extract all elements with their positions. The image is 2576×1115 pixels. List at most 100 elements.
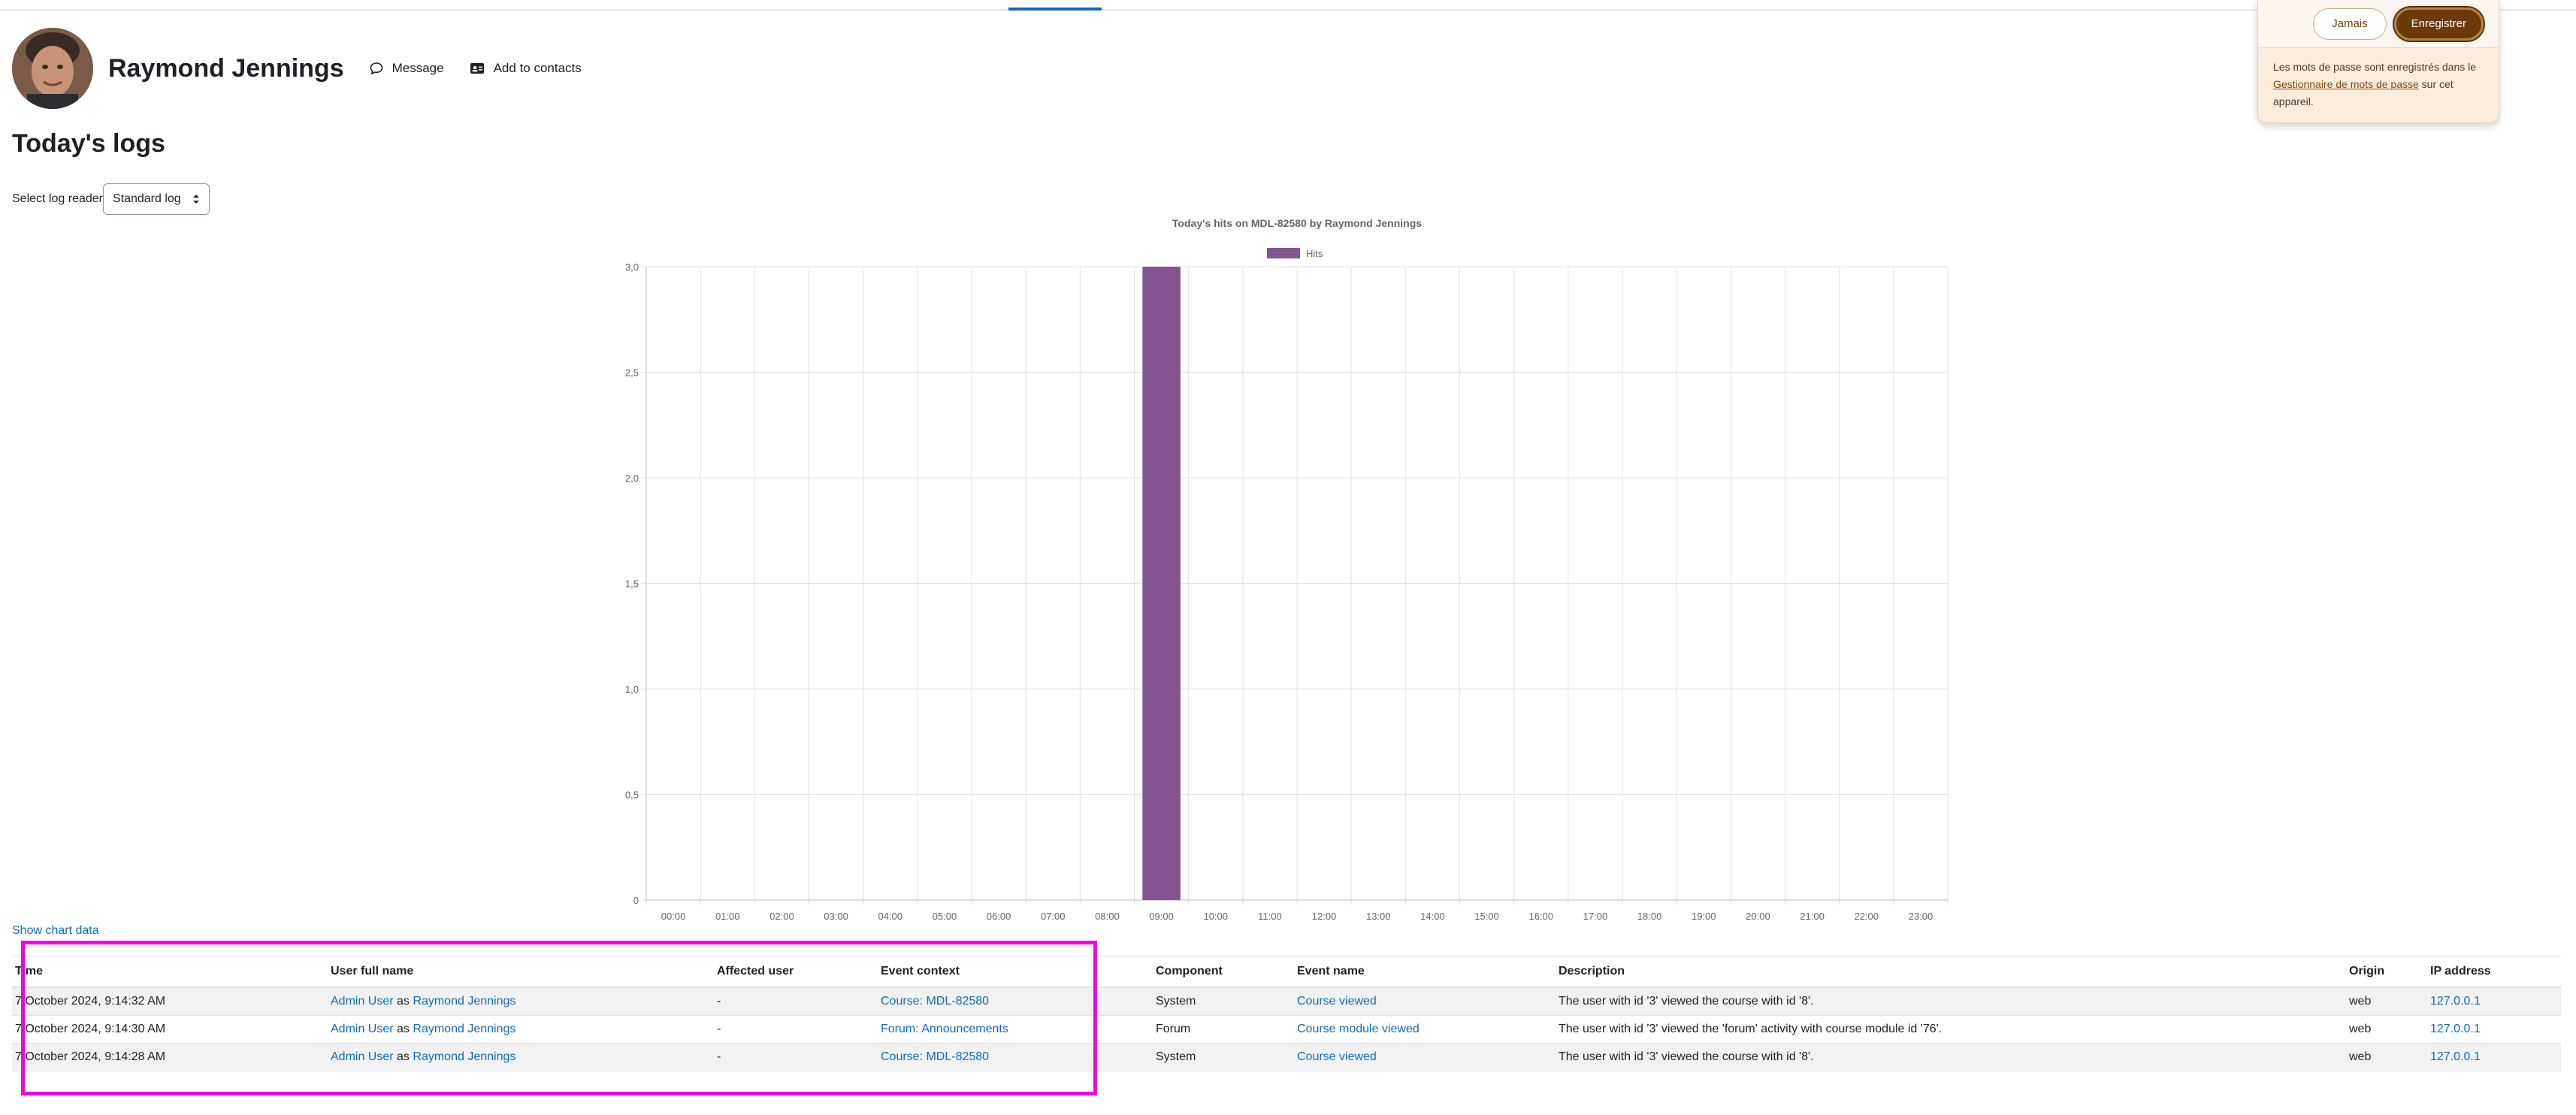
col-affected-user[interactable]: Affected user — [714, 956, 878, 988]
x-tick-label: 22:00 — [1854, 911, 1879, 922]
x-tick-label: 13:00 — [1366, 911, 1391, 922]
col-component[interactable]: Component — [1153, 956, 1294, 988]
x-tick-label: 15:00 — [1474, 911, 1499, 922]
log-reader-label: Select log reader — [12, 192, 103, 205]
x-tick-label: 23:00 — [1909, 911, 1934, 922]
cell-component: System — [1153, 1043, 1294, 1071]
password-popup-message: Les mots de passe sont enregistrés dans … — [2258, 48, 2499, 121]
x-tick-label: 07:00 — [1041, 911, 1066, 922]
cell-event-name: Course viewed — [1294, 987, 1556, 1016]
ip-address-link[interactable]: 127.0.0.1 — [2430, 1050, 2481, 1063]
real-user-link[interactable]: Admin User — [331, 995, 394, 1008]
y-tick-label: 1,0 — [625, 684, 639, 695]
user-link[interactable]: Raymond Jennings — [413, 995, 516, 1008]
x-tick-label: 11:00 — [1258, 911, 1282, 922]
user-link[interactable]: Raymond Jennings — [413, 1023, 516, 1035]
x-tick-label: 03:00 — [824, 911, 848, 922]
ip-address-link[interactable]: 127.0.0.1 — [2430, 1023, 2481, 1035]
cell-ip-address: 127.0.0.1 — [2427, 1015, 2561, 1044]
cell-event-name: Course viewed — [1294, 1043, 1556, 1071]
table-row: 7 October 2024, 9:14:32 AM Admin User as… — [12, 987, 2561, 1016]
y-tick-label: 3,0 — [625, 261, 639, 273]
cell-affected-user: - — [714, 1043, 878, 1071]
x-tick-label: 19:00 — [1692, 911, 1716, 922]
cell-origin: web — [2346, 987, 2427, 1016]
as-text: as — [397, 1023, 410, 1035]
event-name-link[interactable]: Course viewed — [1297, 995, 1377, 1008]
legend-label: Hits — [1306, 248, 1323, 259]
x-tick-label: 20:00 — [1746, 911, 1770, 922]
event-context-link[interactable]: Forum: Announcements — [881, 1023, 1008, 1035]
as-text: as — [397, 995, 410, 1008]
cell-ip-address: 127.0.0.1 — [2427, 987, 2561, 1016]
add-to-contacts-label: Add to contacts — [493, 61, 582, 75]
real-user-link[interactable]: Admin User — [331, 1050, 394, 1063]
save-password-button[interactable]: Enregistrer — [2392, 5, 2486, 42]
real-user-link[interactable]: Admin User — [331, 1023, 394, 1035]
table-row: 7 October 2024, 9:14:28 AM Admin User as… — [12, 1043, 2561, 1071]
col-event-name[interactable]: Event name — [1294, 956, 1556, 988]
event-name-link[interactable]: Course module viewed — [1297, 1023, 1420, 1035]
cell-component: Forum — [1153, 1015, 1294, 1044]
x-tick-label: 00:00 — [661, 911, 686, 922]
cell-affected-user: - — [714, 1015, 878, 1044]
cell-component: System — [1153, 987, 1294, 1016]
x-tick-label: 02:00 — [769, 911, 794, 922]
message-label: Message — [392, 61, 444, 75]
cell-description: The user with id '3' viewed the course w… — [1556, 987, 2346, 1016]
x-tick-label: 17:00 — [1583, 911, 1608, 922]
show-chart-data-link[interactable]: Show chart data — [12, 924, 99, 938]
col-description: Description — [1556, 956, 2346, 988]
chart-bar — [1142, 267, 1181, 900]
col-time[interactable]: Time — [12, 956, 328, 988]
hits-chart: 0 0,5 1,0 1,5 2,0 2,5 3,0 00:00 01:00 02:00 03:00 0… — [594, 210, 1961, 932]
user-link[interactable]: Raymond Jennings — [413, 1050, 516, 1063]
profile-header: Raymond Jennings Message Add to contacts — [12, 27, 582, 110]
x-tick-label: 21:00 — [1800, 911, 1825, 922]
log-reader-select[interactable]: Standard log — [102, 183, 210, 215]
event-name-link[interactable]: Course viewed — [1297, 1050, 1377, 1063]
x-tick-label: 04:00 — [878, 911, 903, 922]
ip-address-link[interactable]: 127.0.0.1 — [2430, 995, 2481, 1008]
password-manager-link[interactable]: Gestionnaire de mots de passe — [2273, 78, 2419, 90]
legend-swatch — [1267, 248, 1300, 258]
y-tick-label: 2,0 — [625, 473, 639, 484]
x-tick-label: 09:00 — [1149, 911, 1174, 922]
never-button[interactable]: Jamais — [2313, 8, 2387, 40]
cell-event-context: Forum: Announcements — [878, 1015, 1153, 1044]
as-text: as — [397, 1050, 410, 1063]
table-row: 7 October 2024, 9:14:30 AM Admin User as… — [12, 1015, 2561, 1044]
y-tick-label: 0 — [633, 895, 639, 906]
cell-affected-user: - — [714, 987, 878, 1016]
message-icon — [370, 62, 382, 75]
logs-table: Time User full name Affected user Event … — [12, 956, 2561, 1071]
log-reader-value: Standard log — [112, 192, 181, 205]
password-message-pre: Les mots de passe sont enregistrés dans … — [2273, 61, 2477, 73]
cell-time: 7 October 2024, 9:14:28 AM — [12, 1043, 328, 1071]
event-context-link[interactable]: Course: MDL-82580 — [881, 995, 989, 1008]
col-event-context[interactable]: Event context — [878, 956, 1153, 988]
active-tab-indicator — [1008, 8, 1102, 11]
cell-time: 7 October 2024, 9:14:32 AM — [12, 987, 328, 1016]
avatar[interactable] — [12, 28, 93, 109]
cell-origin: web — [2346, 1015, 2427, 1044]
cell-description: The user with id '3' viewed the 'forum' … — [1556, 1015, 2346, 1044]
x-tick-label: 08:00 — [1095, 911, 1120, 922]
cell-user-full-name: Admin User as Raymond Jennings — [328, 1015, 714, 1044]
add-to-contacts-button[interactable]: Add to contacts — [470, 61, 582, 76]
col-ip-address[interactable]: IP address — [2427, 956, 2561, 988]
message-button[interactable]: Message — [370, 61, 444, 76]
cell-origin: web — [2346, 1043, 2427, 1071]
cell-event-context: Course: MDL-82580 — [878, 987, 1153, 1016]
col-user-full-name[interactable]: User full name — [328, 956, 714, 988]
y-tick-label: 0,5 — [625, 790, 639, 801]
chart-title: Today's hits on MDL-82580 by Raymond Jen… — [1172, 217, 1422, 229]
x-tick-label: 10:00 — [1203, 911, 1228, 922]
y-tick-label: 1,5 — [625, 579, 639, 590]
top-nav-border — [0, 9, 2576, 11]
event-context-link[interactable]: Course: MDL-82580 — [881, 1050, 989, 1063]
col-origin[interactable]: Origin — [2346, 956, 2427, 988]
x-tick-label: 05:00 — [933, 911, 957, 922]
cell-ip-address: 127.0.0.1 — [2427, 1043, 2561, 1071]
x-tick-label: 18:00 — [1637, 911, 1662, 922]
